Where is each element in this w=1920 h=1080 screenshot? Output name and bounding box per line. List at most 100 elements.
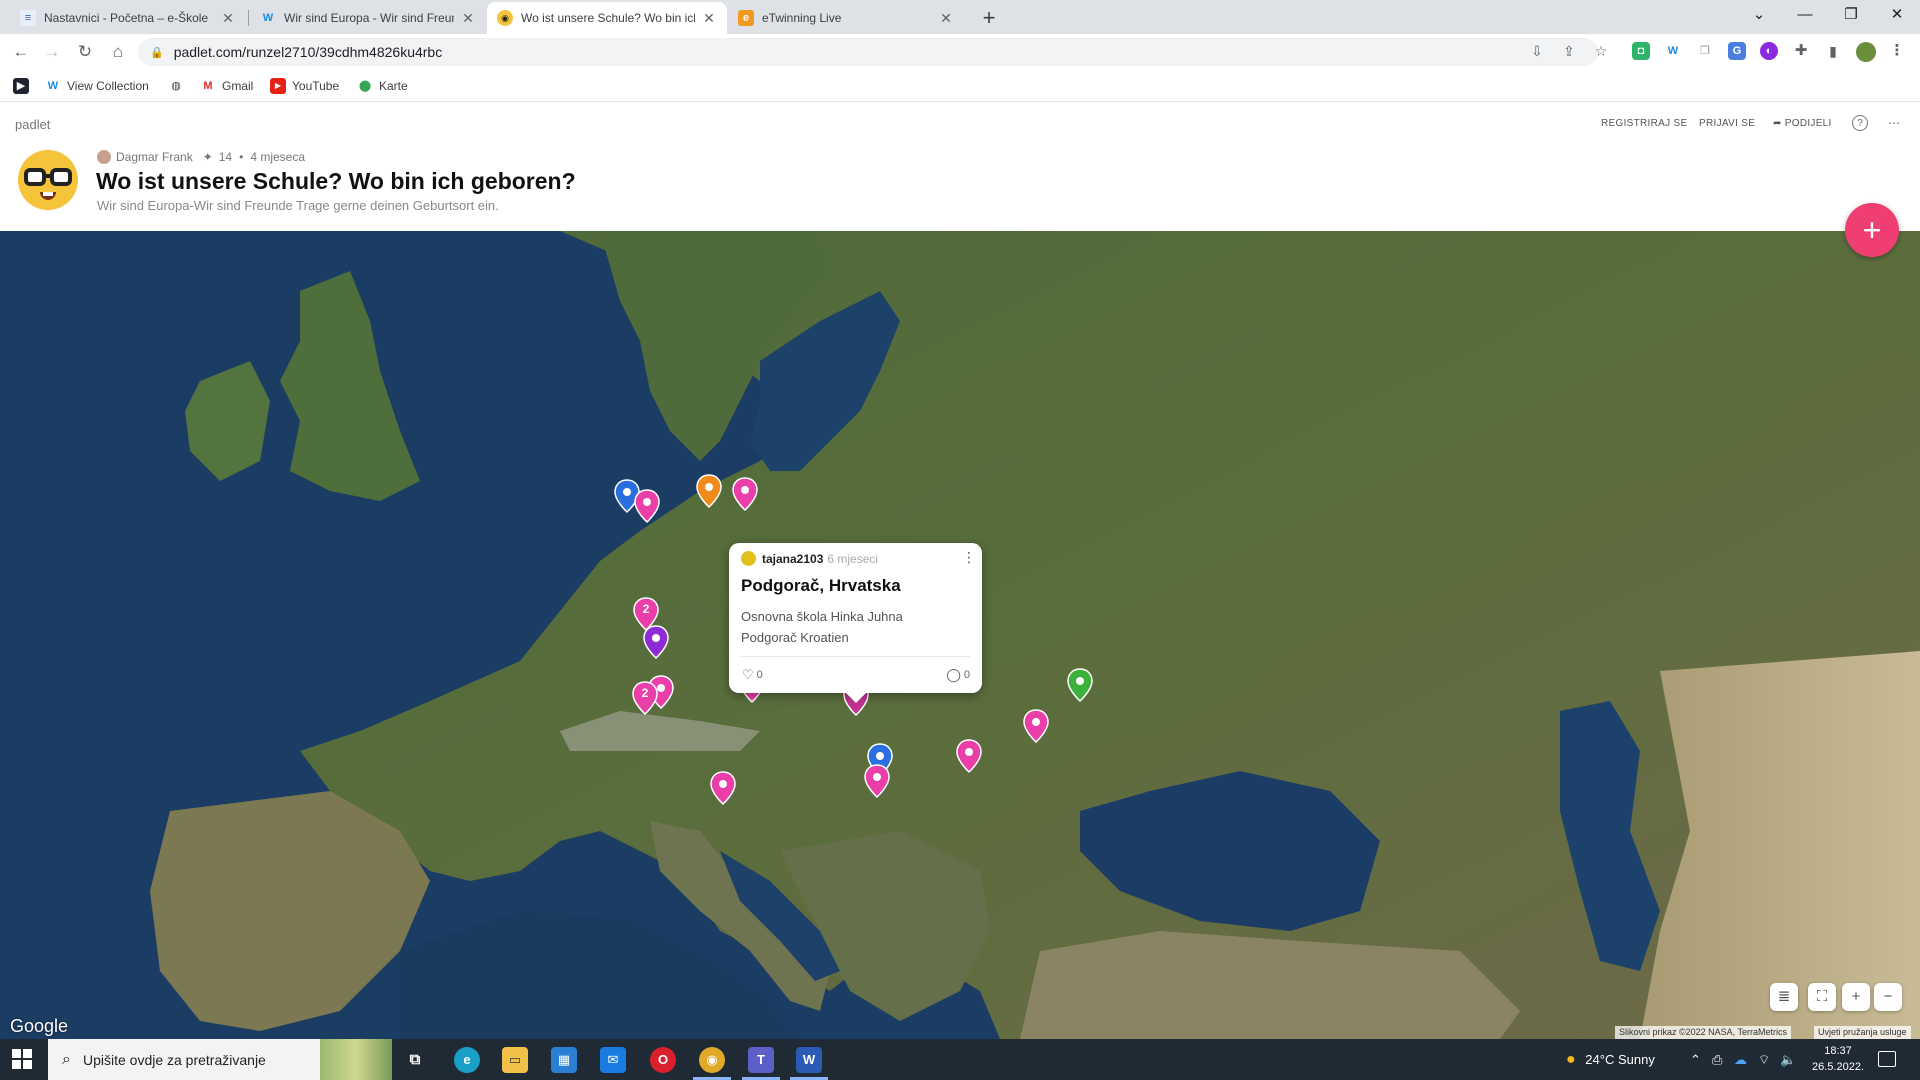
teams-icon[interactable]: T (748, 1047, 774, 1073)
minimize-button[interactable]: — (1782, 0, 1828, 30)
edge-icon[interactable]: e (454, 1047, 480, 1073)
browser-toolbar: ← → ↻ ⌂ 🔒 padlet.com/runzel2710/39cdhm48… (0, 34, 1920, 70)
back-button[interactable]: ← (9, 40, 33, 64)
onedrive-icon[interactable]: ☁ (1734, 1039, 1747, 1080)
bookmark-view-collection[interactable]: W View Collection (45, 77, 149, 95)
browser-menu-icon[interactable]: ⋮ (1888, 42, 1906, 60)
opera-icon[interactable]: O (650, 1047, 676, 1073)
extension-w-icon[interactable]: W (1664, 42, 1682, 60)
zoom-out-button[interactable]: − (1874, 983, 1902, 1011)
tab-padlet[interactable]: ◉ Wo ist unsere Schule? Wo bin ich ✕ (487, 2, 727, 34)
address-bar[interactable]: 🔒 padlet.com/runzel2710/39cdhm4826ku4rbc (138, 38, 1598, 66)
volume-icon[interactable]: 🔈 (1780, 1039, 1796, 1080)
install-app-icon[interactable]: ⇩ (1527, 41, 1547, 61)
file-explorer-icon[interactable]: ▭ (502, 1047, 528, 1073)
windows-start-icon[interactable] (12, 1049, 32, 1069)
close-tab-icon[interactable]: ✕ (460, 10, 476, 26)
notifications-icon[interactable] (1878, 1051, 1896, 1067)
nerd-face-icon (18, 150, 78, 210)
forward-button[interactable]: → (40, 40, 64, 64)
map-pin[interactable] (956, 739, 982, 773)
register-button[interactable]: REGISTRIRAJ SE (1601, 118, 1687, 129)
share-label: PODIJELI (1784, 118, 1832, 129)
bookmark-globe[interactable]: ◍ (168, 77, 190, 95)
post-popup[interactable]: tajana2103 6 mjeseci ⋮ Podgorač, Hrvatsk… (729, 543, 982, 703)
clock-time: 18:37 (1824, 1045, 1852, 1057)
comment-button[interactable]: ◯ 0 (946, 667, 970, 683)
globe-icon: ◍ (171, 80, 181, 92)
zoom-in-button[interactable]: + (1842, 983, 1870, 1011)
extensions-puzzle-icon[interactable]: ✚ (1792, 42, 1810, 60)
share-button[interactable]: ➦ PODIJELI (1773, 118, 1832, 129)
bookmark-label: Karte (379, 79, 408, 93)
map-pin[interactable] (1023, 709, 1049, 743)
comment-count: 0 (963, 669, 970, 681)
bookmark-label: Gmail (222, 79, 254, 93)
map-pin[interactable] (643, 625, 669, 659)
map-pin[interactable] (732, 477, 758, 511)
weather-widget[interactable]: ● 24°C Sunny (1566, 1039, 1655, 1080)
tab-nastavnici[interactable]: ≡ Nastavnici - Početna – e-Škole ✕ (10, 2, 246, 34)
tab-title: eTwinning Live (762, 11, 842, 25)
post-author: tajana2103 6 mjeseci (741, 551, 878, 566)
bookmark-star-icon[interactable]: ☆ (1591, 41, 1611, 61)
map-pin[interactable] (710, 771, 736, 805)
search-placeholder: Upišite ovdje za pretraživanje (82, 1051, 266, 1068)
gmail-icon: M (203, 80, 213, 92)
share-icon[interactable]: ⇪ (1559, 41, 1579, 61)
bookmark-gmail[interactable]: M Gmail (200, 77, 253, 95)
map-pin[interactable]: 2 (632, 681, 658, 715)
meet-now-icon[interactable]: ⎙ (1712, 1039, 1722, 1080)
tab-wir-sind-europa[interactable]: W Wir sind Europa - Wir sind Freun ✕ (250, 2, 486, 34)
bookmark-youtube[interactable]: ▶ YouTube (270, 77, 339, 95)
extension-green-icon[interactable]: ◘ (1632, 42, 1650, 60)
help-icon[interactable]: ? (1852, 115, 1868, 131)
profile-avatar-icon[interactable] (1856, 42, 1876, 62)
author-name[interactable]: Dagmar Frank (116, 150, 193, 164)
restore-button[interactable]: ❐ (1828, 0, 1874, 30)
login-button[interactable]: PRIJAVI SE (1699, 118, 1755, 129)
add-post-button[interactable]: + (1845, 203, 1899, 257)
more-options-icon[interactable]: ⋯ (1886, 115, 1902, 131)
tab-etwinning[interactable]: e eTwinning Live ✕ (728, 2, 964, 34)
fullscreen-icon[interactable]: ⛶ (1808, 983, 1836, 1011)
age-text: 4 mjeseca (250, 150, 306, 164)
side-panel-icon[interactable]: ▮ (1824, 42, 1842, 60)
word-icon[interactable]: W (796, 1047, 822, 1073)
chrome-icon[interactable]: ◉ (699, 1047, 725, 1073)
post-menu-icon[interactable]: ⋮ (962, 549, 976, 566)
like-count: 0 (756, 669, 763, 681)
mail-icon[interactable]: ✉ (600, 1047, 626, 1073)
bookmark-karte[interactable]: ⬤ Karte (357, 77, 408, 95)
post-author-name[interactable]: tajana2103 (762, 552, 823, 566)
extension-purple-icon[interactable]: ◐ (1760, 42, 1778, 60)
close-tab-icon[interactable]: ✕ (938, 10, 954, 26)
map-pin[interactable] (634, 489, 660, 523)
reload-button[interactable]: ↻ (73, 40, 97, 64)
tray-chevron-icon[interactable]: ⌃ (1690, 1039, 1701, 1080)
wifi-icon[interactable]: ⌔ (1758, 1039, 1770, 1080)
new-tab-button[interactable]: + (976, 5, 1002, 31)
task-view-icon[interactable]: ⧉ (402, 1047, 428, 1073)
close-tab-icon[interactable]: ✕ (701, 10, 717, 26)
system-clock[interactable]: 18:37 26.5.2022. (1810, 1043, 1866, 1075)
taskbar-search-box[interactable]: ⌕ Upišite ovdje za pretraživanje (48, 1039, 392, 1080)
extension-translate-icon[interactable]: G (1728, 42, 1746, 60)
store-icon[interactable]: ▦ (551, 1047, 577, 1073)
map-terms-link[interactable]: Uvjeti pružanja usluge (1814, 1026, 1911, 1039)
close-window-button[interactable]: ✕ (1874, 0, 1920, 30)
padlet-logo[interactable]: padlet (15, 117, 50, 132)
map-pin[interactable] (696, 474, 722, 508)
extension-copy-icon[interactable]: ❐ (1696, 42, 1714, 60)
map-pin[interactable] (864, 764, 890, 798)
close-tab-icon[interactable]: ✕ (220, 10, 236, 26)
tab-search-chevron-icon[interactable]: ⌄ (1736, 0, 1782, 30)
home-button[interactable]: ⌂ (106, 40, 130, 64)
map-list-icon[interactable]: ≣ (1770, 983, 1798, 1011)
bookmark-app[interactable]: ▶ (13, 77, 35, 95)
plus-icon: ✦ (202, 150, 213, 164)
dot-separator: • (239, 150, 244, 164)
like-button[interactable]: ♡ 0 (742, 667, 763, 683)
map-canvas[interactable]: 2 2 tajana2103 6 mjeseci ⋮ Podgorač, Hrva… (0, 231, 1920, 1039)
map-pin[interactable] (1067, 668, 1093, 702)
